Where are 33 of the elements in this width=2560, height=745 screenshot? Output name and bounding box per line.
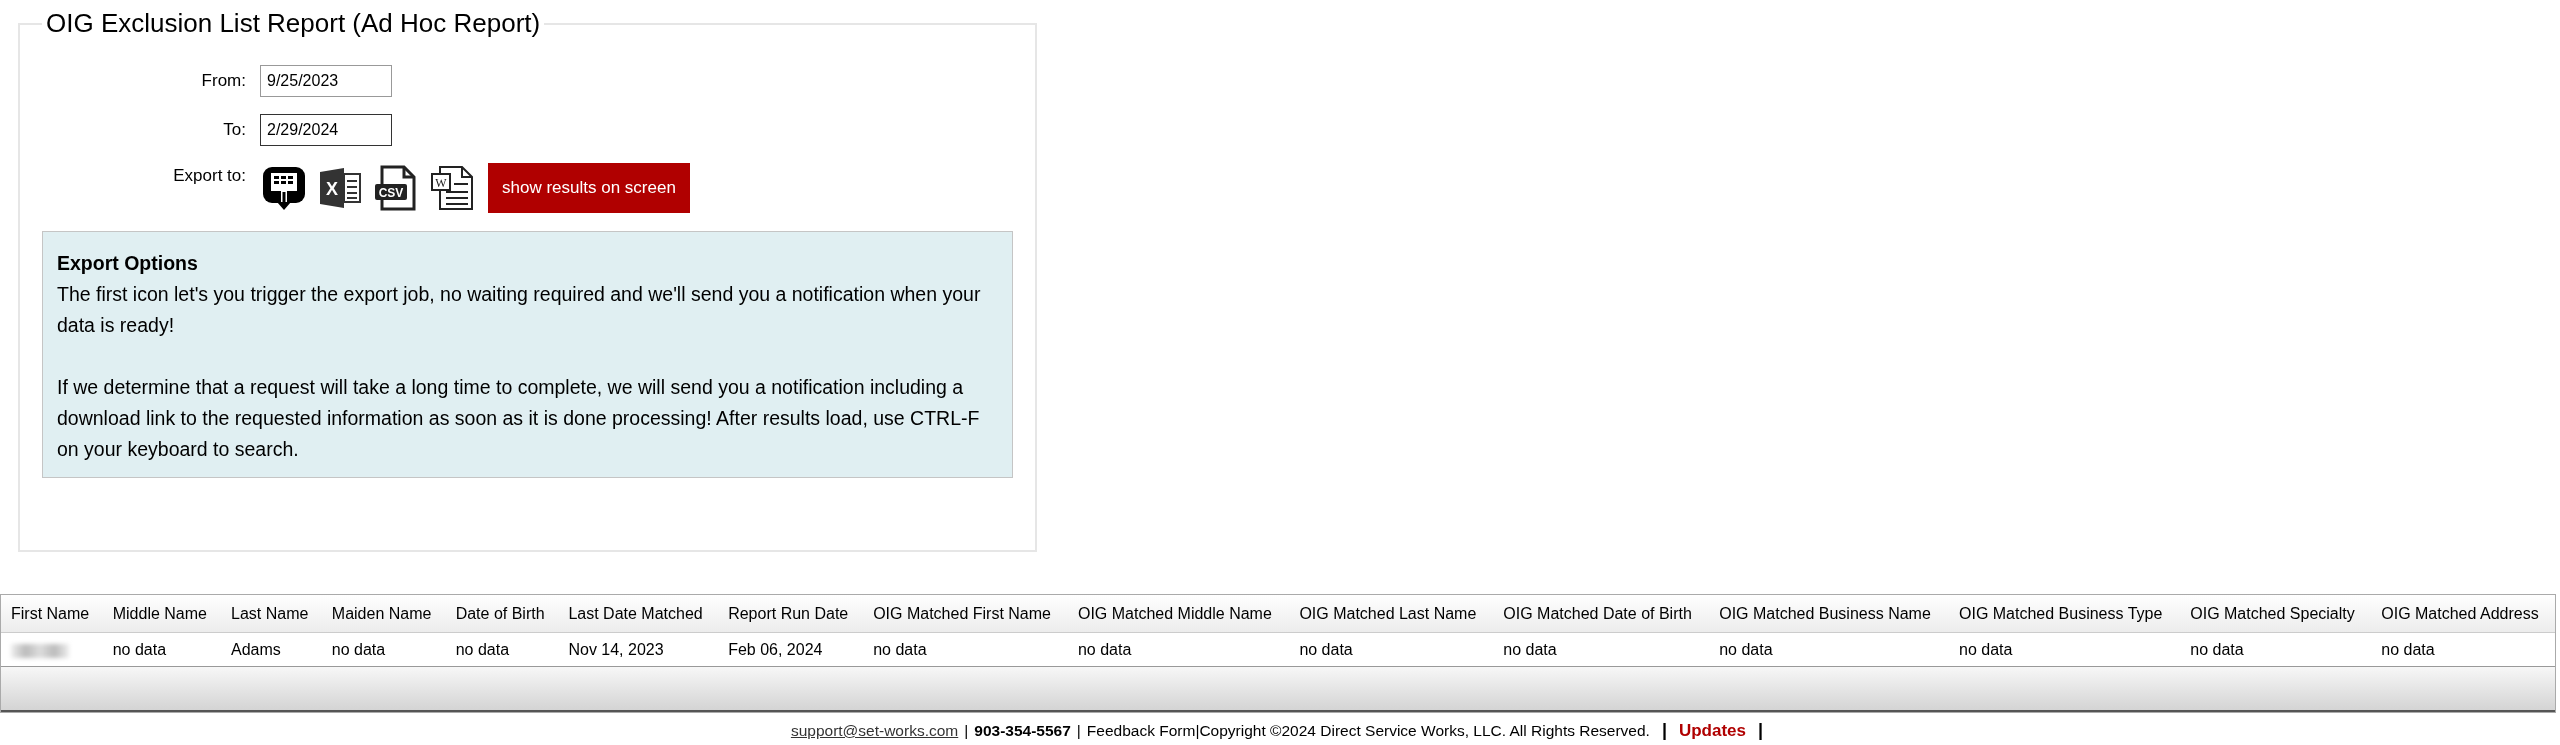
field-label: To: (222, 119, 247, 142)
separator: | (1758, 719, 1764, 742)
phone-number: 903-354-5567 (974, 721, 1071, 741)
date-field[interactable]: 9/25/2023 (260, 65, 392, 98)
updates-link[interactable]: Updates (1678, 718, 1747, 744)
show-results-button[interactable]: show results on screen (488, 163, 690, 214)
separator: | (1661, 719, 1667, 742)
table-cell: no data (2180, 632, 2372, 666)
table-cell: Nov 14, 2023 (558, 632, 719, 666)
table-cell: Feb 06, 2024 (718, 632, 864, 666)
table-cell: Adams (221, 632, 322, 666)
table-cell: no data (1067, 632, 1290, 666)
table-cell: no data (445, 632, 559, 666)
table-cell: no data (1289, 632, 1494, 666)
feedback-link[interactable]: Feedback Form (1086, 719, 1196, 743)
page-title: OIG Exclusion List Report (Ad Hoc Report) (45, 8, 542, 40)
table-cell: no data (321, 632, 446, 666)
email-link[interactable]: support@set-works.com (790, 719, 959, 743)
table-cell: no data (102, 632, 221, 666)
date-field[interactable]: 2/29/2024 (260, 114, 392, 147)
field-label: Export to: (172, 165, 247, 188)
table-cell: no data (1493, 632, 1710, 666)
separator: | (964, 721, 969, 741)
table-cell: no data (863, 632, 1068, 666)
info-paragraph: If we determine that a request will take a long time to complete, we will send you a notification including a download link to the requested information as soon as it is done processing! After results load, use CTRL-F on your keyboard to search. (57, 375, 981, 463)
separator: | (1076, 721, 1081, 741)
table-cell: no data (2371, 632, 2555, 666)
field-label: From: (200, 70, 247, 93)
table-cell: no data (1709, 632, 1949, 666)
table-cell: no data (1949, 632, 2181, 666)
info-heading: Export Options (57, 251, 199, 277)
copyright-text: |Copyright ©2024 Direct Service Works, LLC. All Rights Reserved. (1195, 721, 1650, 741)
info-paragraph: The first icon let's you trigger the export job, no waiting required and we'll send you a notification when your data is ready! (57, 282, 982, 339)
